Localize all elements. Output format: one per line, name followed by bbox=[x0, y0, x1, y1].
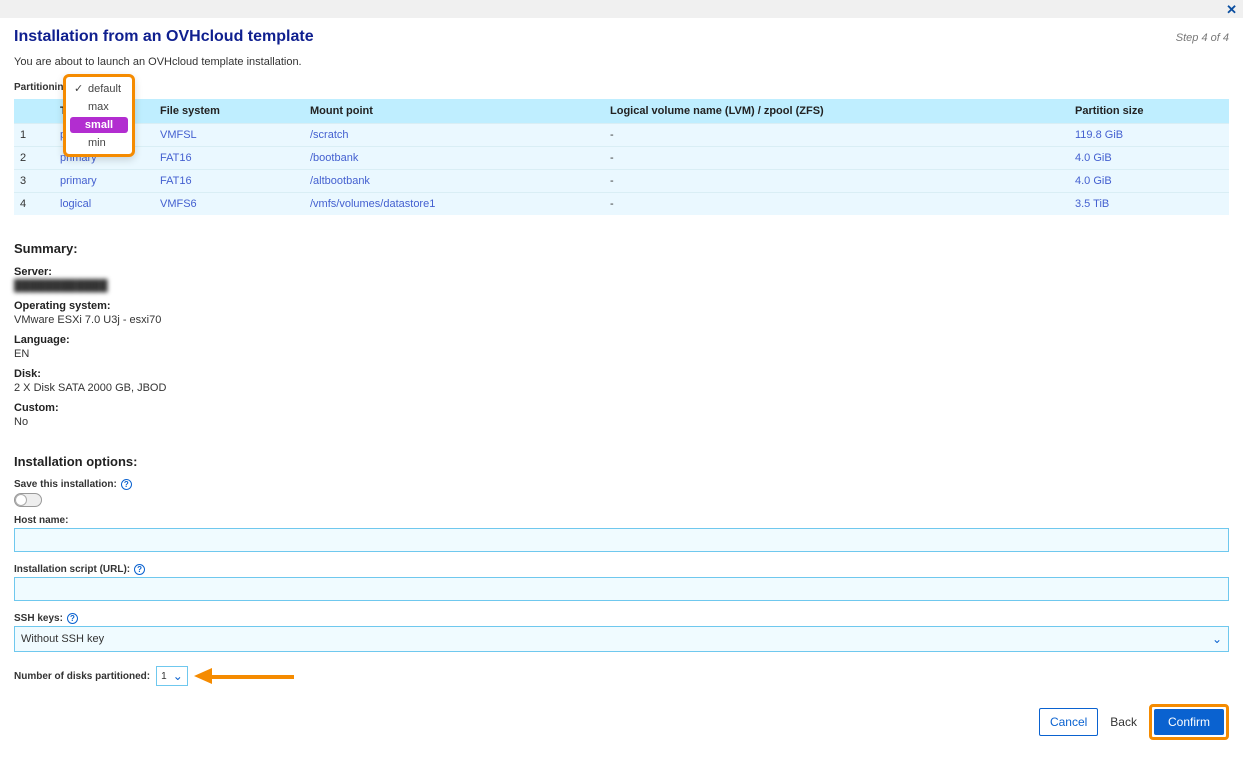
script-url-input[interactable] bbox=[14, 577, 1229, 601]
chevron-down-icon: ⌄ bbox=[1212, 632, 1222, 646]
table-row: 4 logical VMFS6 /vmfs/volumes/datastore1… bbox=[14, 193, 1229, 216]
cell-type: primary bbox=[54, 170, 154, 193]
server-value: ████████████ bbox=[14, 280, 108, 292]
help-icon[interactable]: ? bbox=[134, 564, 145, 575]
confirm-highlight: Confirm bbox=[1149, 704, 1229, 740]
table-header-row: Type File system Mount point Logical vol… bbox=[14, 99, 1229, 124]
disks-partitioned-value: 1 bbox=[161, 671, 167, 682]
table-row: 2 primary FAT16 /bootbank - 4.0 GiB bbox=[14, 147, 1229, 170]
cell-idx: 3 bbox=[14, 170, 54, 193]
disk-value: 2 X Disk SATA 2000 GB, JBOD bbox=[14, 382, 166, 394]
save-installation-label: Save this installation: bbox=[14, 479, 117, 490]
custom-value: No bbox=[14, 416, 28, 428]
step-indicator: Step 4 of 4 bbox=[1176, 32, 1229, 44]
cell-size: 119.8 GiB bbox=[1069, 124, 1229, 147]
col-mount: Mount point bbox=[304, 99, 604, 124]
hostname-input[interactable] bbox=[14, 528, 1229, 552]
intro-text: You are about to launch an OVHcloud temp… bbox=[14, 56, 1229, 68]
hostname-label: Host name: bbox=[14, 515, 68, 526]
cell-idx: 1 bbox=[14, 124, 54, 147]
cell-lvm: - bbox=[604, 193, 1069, 216]
scheme-option-label: small bbox=[85, 119, 113, 131]
col-size: Partition size bbox=[1069, 99, 1229, 124]
script-label: Installation script (URL): bbox=[14, 564, 130, 575]
cell-idx: 4 bbox=[14, 193, 54, 216]
partitioning-scheme-dropdown[interactable]: ✓ default max small min bbox=[63, 74, 135, 157]
scheme-option-label: default bbox=[88, 83, 121, 95]
summary-heading: Summary: bbox=[14, 241, 1229, 256]
help-icon[interactable]: ? bbox=[67, 613, 78, 624]
annotation-arrow-icon bbox=[194, 669, 294, 683]
cell-lvm: - bbox=[604, 170, 1069, 193]
col-lvm: Logical volume name (LVM) / zpool (ZFS) bbox=[604, 99, 1069, 124]
os-label: Operating system: bbox=[14, 300, 1229, 312]
cell-mount: /vmfs/volumes/datastore1 bbox=[304, 193, 604, 216]
os-value: VMware ESXi 7.0 U3j - esxi70 bbox=[14, 314, 161, 326]
scheme-option-label: max bbox=[88, 101, 109, 113]
cell-idx: 2 bbox=[14, 147, 54, 170]
cell-fs: VMFSL bbox=[154, 124, 304, 147]
lang-value: EN bbox=[14, 348, 29, 360]
back-button[interactable]: Back bbox=[1110, 715, 1137, 729]
check-icon: ✓ bbox=[74, 82, 88, 95]
confirm-button[interactable]: Confirm bbox=[1154, 709, 1224, 735]
partitioning-scheme-label: Partitioning scheme: bbox=[14, 82, 1229, 93]
cell-size: 4.0 GiB bbox=[1069, 170, 1229, 193]
disks-partitioned-select[interactable]: 1 ⌄ bbox=[156, 666, 188, 686]
disks-partitioned-label: Number of disks partitioned: bbox=[14, 671, 150, 682]
scheme-option-small[interactable]: small bbox=[70, 117, 128, 133]
cell-mount: /scratch bbox=[304, 124, 604, 147]
cancel-button[interactable]: Cancel bbox=[1039, 708, 1098, 736]
scheme-option-default[interactable]: ✓ default bbox=[66, 79, 132, 98]
table-row: 3 primary FAT16 /altbootbank - 4.0 GiB bbox=[14, 170, 1229, 193]
cell-lvm: - bbox=[604, 147, 1069, 170]
cell-mount: /altbootbank bbox=[304, 170, 604, 193]
cell-size: 4.0 GiB bbox=[1069, 147, 1229, 170]
ssh-keys-label: SSH keys: bbox=[14, 613, 63, 624]
save-installation-toggle[interactable] bbox=[14, 493, 42, 507]
scheme-option-min[interactable]: min bbox=[66, 134, 132, 152]
custom-label: Custom: bbox=[14, 402, 1229, 414]
install-options-heading: Installation options: bbox=[14, 454, 1229, 469]
lang-label: Language: bbox=[14, 334, 1229, 346]
cell-fs: FAT16 bbox=[154, 147, 304, 170]
scheme-option-label: min bbox=[88, 137, 106, 149]
close-icon[interactable]: ✕ bbox=[1226, 2, 1237, 18]
col-fs: File system bbox=[154, 99, 304, 124]
cell-size: 3.5 TiB bbox=[1069, 193, 1229, 216]
server-label: Server: bbox=[14, 266, 1229, 278]
cell-fs: FAT16 bbox=[154, 170, 304, 193]
cell-fs: VMFS6 bbox=[154, 193, 304, 216]
page-title: Installation from an OVHcloud template bbox=[14, 28, 314, 46]
table-row: 1 primary VMFSL /scratch - 119.8 GiB bbox=[14, 124, 1229, 147]
cell-mount: /bootbank bbox=[304, 147, 604, 170]
help-icon[interactable]: ? bbox=[121, 479, 132, 490]
ssh-keys-select[interactable]: Without SSH key ⌄ bbox=[14, 626, 1229, 652]
disk-label: Disk: bbox=[14, 368, 1229, 380]
chevron-down-icon: ⌄ bbox=[173, 669, 183, 683]
scheme-option-max[interactable]: max bbox=[66, 98, 132, 116]
toggle-knob bbox=[15, 494, 27, 506]
partitions-table: Type File system Mount point Logical vol… bbox=[14, 99, 1229, 215]
cell-lvm: - bbox=[604, 124, 1069, 147]
ssh-keys-value: Without SSH key bbox=[21, 633, 104, 645]
top-bar: ✕ bbox=[0, 0, 1243, 18]
cell-type: logical bbox=[54, 193, 154, 216]
